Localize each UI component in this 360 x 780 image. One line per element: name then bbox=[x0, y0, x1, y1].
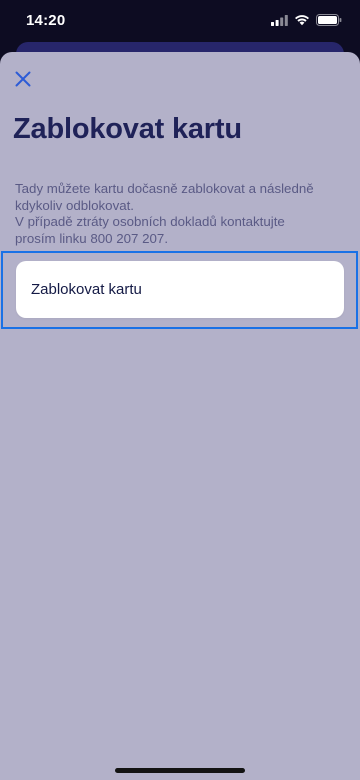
close-button[interactable] bbox=[8, 64, 38, 94]
close-icon bbox=[15, 71, 31, 87]
status-icons bbox=[271, 14, 342, 26]
wifi-icon bbox=[295, 15, 309, 26]
block-card-button-label: Zablokovat kartu bbox=[31, 281, 142, 298]
home-indicator[interactable] bbox=[115, 768, 245, 773]
description-line: V případě ztráty osobních dokladů kontak… bbox=[15, 214, 285, 229]
signal-icon bbox=[271, 14, 288, 26]
description-text: Tady můžete kartu dočasně zablokovat a n… bbox=[15, 181, 345, 247]
status-bar: 14:20 bbox=[0, 0, 360, 44]
block-card-button[interactable]: Zablokovat kartu bbox=[16, 261, 344, 318]
description-line: kdykoliv odblokovat. bbox=[15, 197, 134, 213]
description-line: Tady můžete kartu dočasně zablokovat a n… bbox=[15, 181, 314, 196]
battery-icon bbox=[316, 14, 342, 26]
page-title: Zablokovat kartu bbox=[13, 113, 242, 145]
bottom-sheet: Zablokovat kartu Tady můžete kartu dočas… bbox=[0, 52, 360, 780]
status-time: 14:20 bbox=[26, 12, 66, 29]
description-line: prosím linku 800 207 207. bbox=[15, 230, 169, 246]
